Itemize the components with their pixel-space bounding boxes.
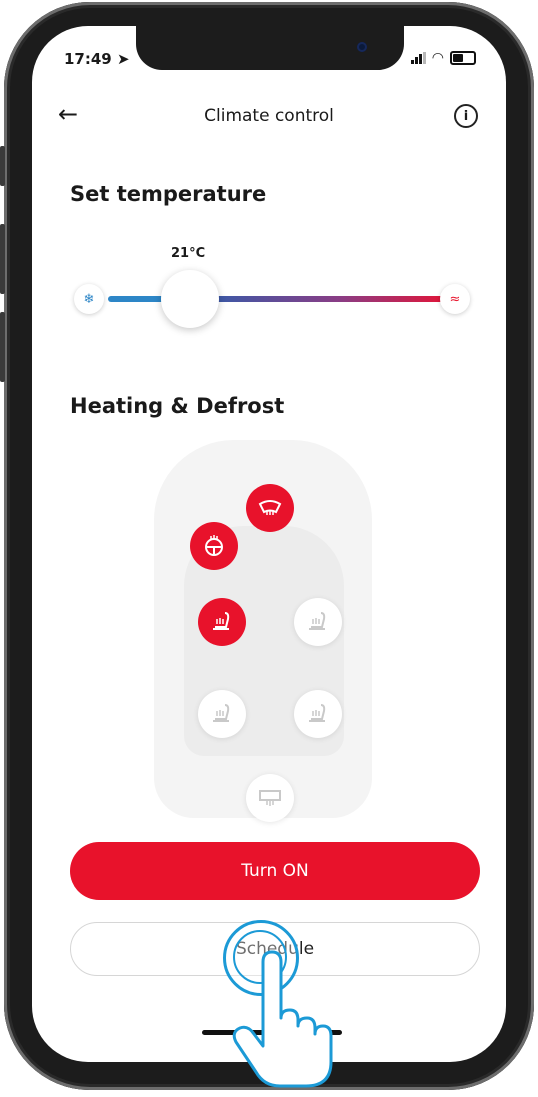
pointing-hand-icon — [232, 950, 333, 1088]
steering-wheel-icon — [205, 535, 223, 556]
front-defrost-icon — [258, 500, 282, 515]
app-screen: 17:49 ➤ ◠ ← Climate control i Set temper… — [32, 26, 506, 1062]
info-icon[interactable]: i — [454, 104, 478, 128]
heating-defrost-heading: Heating & Defrost — [70, 394, 285, 418]
seat-heat-icon — [309, 704, 326, 722]
location-arrow-icon: ➤ — [111, 50, 130, 68]
notch — [136, 26, 404, 70]
temperature-slider-track[interactable] — [212, 296, 444, 302]
wifi-icon: ◠ — [431, 50, 444, 66]
seat-heat-icon — [309, 612, 326, 630]
mute-switch — [0, 146, 5, 186]
passenger-seat-heat-button[interactable] — [294, 598, 342, 646]
heat-waves-icon: ≈ — [440, 284, 470, 314]
status-time: 17:49 ➤ — [64, 50, 130, 68]
snowflake-icon: ❄ — [74, 284, 104, 314]
volume-up-button — [0, 224, 5, 294]
temperature-slider-thumb[interactable] — [161, 270, 219, 328]
rear-right-seat-heat-button[interactable] — [294, 690, 342, 738]
driver-seat-heat-button[interactable] — [198, 598, 246, 646]
rear-left-seat-heat-button[interactable] — [198, 690, 246, 738]
status-icons: ◠ — [410, 50, 476, 66]
slider-track-cold — [108, 296, 166, 302]
seat-heat-icon — [213, 612, 230, 630]
rear-defrost-icon — [259, 790, 281, 806]
steering-wheel-heat-button[interactable] — [190, 522, 238, 570]
battery-icon — [450, 51, 476, 65]
set-temperature-heading: Set temperature — [70, 182, 267, 206]
seat-heat-icon — [213, 704, 230, 722]
volume-down-button — [0, 312, 5, 382]
camera-icon — [357, 42, 367, 52]
turn-on-button[interactable]: Turn ON — [70, 842, 480, 900]
signal-icon — [410, 52, 426, 64]
temperature-value: 21°C — [171, 246, 206, 261]
rear-defrost-button[interactable] — [246, 774, 294, 822]
page-title: Climate control — [204, 106, 334, 126]
front-defrost-button[interactable] — [246, 484, 294, 532]
